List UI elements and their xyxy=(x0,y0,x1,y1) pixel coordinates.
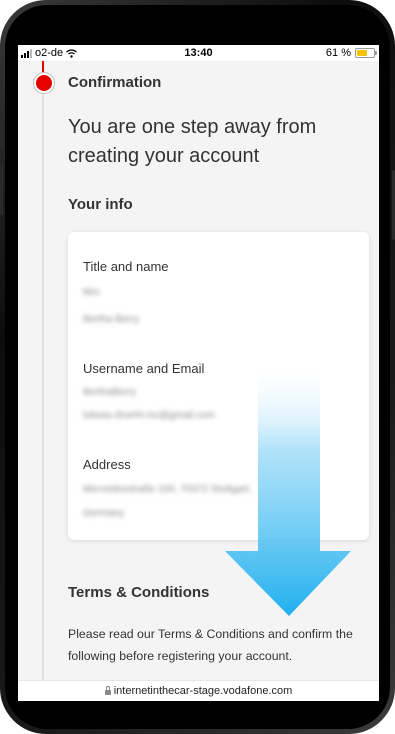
browser-url-bar[interactable]: internetinthecar-stage.vodafone.com xyxy=(18,680,379,701)
your-info-title: Your info xyxy=(68,196,133,213)
status-bar: o2-de 13:40 61 % xyxy=(18,45,379,61)
scroll-down-arrow-icon xyxy=(225,361,351,616)
phone-screen: o2-de 13:40 61 % Confirmation You are on… xyxy=(18,45,379,701)
name-value: Bertha Berry xyxy=(83,314,140,325)
volume-button xyxy=(0,120,3,148)
phone-frame: o2-de 13:40 61 % Confirmation You are on… xyxy=(0,0,395,734)
stepper-line xyxy=(42,61,44,681)
battery-percent: 61 % xyxy=(325,47,351,59)
title-and-name-label: Title and name xyxy=(83,259,169,274)
terms-text: Please read our Terms & Conditions and c… xyxy=(68,627,353,663)
email-value: lukeas.drueht.mc@gmail.com xyxy=(83,410,215,421)
terms-title: Terms & Conditions xyxy=(68,584,210,601)
step-title: Confirmation xyxy=(68,74,162,91)
page-headline: You are one step away from creating your… xyxy=(68,116,317,167)
step-indicator-active xyxy=(34,73,54,93)
title-value: Mrs xyxy=(83,287,100,298)
stepper-line-active xyxy=(42,61,44,73)
address-label: Address xyxy=(83,457,131,472)
username-value: BerthaBerry xyxy=(83,387,137,398)
username-email-label: Username and Email xyxy=(83,361,205,376)
address-line-2: Germany xyxy=(83,508,125,519)
volume-button xyxy=(0,165,3,215)
registration-page: Confirmation You are one step away from … xyxy=(18,61,379,681)
lock-icon xyxy=(104,686,111,695)
url-text[interactable]: internetinthecar-stage.vodafone.com xyxy=(114,685,293,697)
battery-icon xyxy=(355,48,377,58)
clock: 13:40 xyxy=(184,47,213,59)
